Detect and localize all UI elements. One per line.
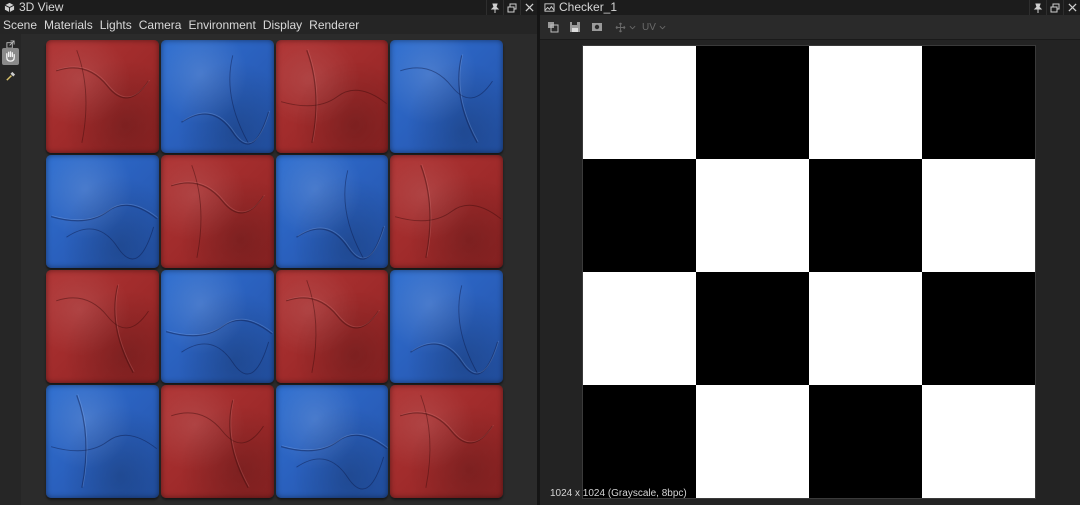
checker-cell-black xyxy=(696,46,809,159)
checker-cell-white xyxy=(922,385,1035,498)
save-icon[interactable] xyxy=(565,17,585,37)
float-window-icon[interactable] xyxy=(503,0,520,15)
close-icon[interactable] xyxy=(520,0,537,15)
picker-icon[interactable] xyxy=(2,68,19,85)
checker-texture xyxy=(582,45,1036,499)
texture-toolbar: UV xyxy=(540,15,1080,40)
clay-tile-red xyxy=(390,385,503,498)
clay-tile-red xyxy=(275,270,389,383)
texture-canvas[interactable]: 1024 x 1024 (Grayscale, 8bpc) xyxy=(540,40,1080,505)
checker-cell-white xyxy=(809,46,922,159)
clay-tile-blue xyxy=(46,385,159,498)
float-window-icon[interactable] xyxy=(1046,0,1063,15)
3d-view-menubar: Scene Materials Lights Camera Environmen… xyxy=(0,15,537,34)
checker-cell-black xyxy=(809,159,922,272)
clay-tile-blue xyxy=(160,270,274,383)
menu-lights[interactable]: Lights xyxy=(100,18,132,32)
checker-cell-black xyxy=(696,272,809,385)
pin-icon[interactable] xyxy=(1029,0,1046,15)
clay-tile-red xyxy=(160,385,274,498)
checker-cell-white xyxy=(583,272,696,385)
menu-environment[interactable]: Environment xyxy=(188,18,255,32)
texture-view-title: Checker_1 xyxy=(559,0,618,14)
paint-hand-icon[interactable] xyxy=(2,48,19,65)
menu-renderer[interactable]: Renderer xyxy=(309,18,359,32)
clay-tile-blue xyxy=(46,155,159,268)
cube-icon xyxy=(3,2,15,14)
uv-dropdown[interactable]: UV xyxy=(642,22,666,33)
move-icon xyxy=(615,22,626,32)
channels-icon[interactable] xyxy=(543,17,563,37)
clay-tile-red xyxy=(46,270,159,383)
3d-view-panel: 3D View Scene Materials Lights Camera En… xyxy=(0,0,537,505)
texture-view-panel: Checker_1 UV 1024 x 1024 (Grayscale, 8bp… xyxy=(540,0,1080,505)
3d-view-title: 3D View xyxy=(19,0,64,14)
pin-icon[interactable] xyxy=(486,0,503,15)
3d-view-titlebar: 3D View xyxy=(0,0,537,15)
texture-info: 1024 x 1024 (Grayscale, 8bpc) xyxy=(550,488,687,499)
clay-tile-blue xyxy=(390,270,503,383)
checker-cell-white xyxy=(809,272,922,385)
clay-checker-mesh xyxy=(46,40,503,498)
menu-display[interactable]: Display xyxy=(263,18,302,32)
snapshot-icon[interactable] xyxy=(587,17,607,37)
close-icon[interactable] xyxy=(1063,0,1080,15)
clay-tile-blue xyxy=(275,155,389,268)
3d-viewport[interactable] xyxy=(21,34,537,505)
checker-cell-white xyxy=(922,159,1035,272)
texture-view-titlebar: Checker_1 xyxy=(540,0,1080,15)
clay-tile-blue xyxy=(160,40,274,153)
checker-cell-black xyxy=(922,272,1035,385)
transform-dropdown[interactable] xyxy=(615,22,636,33)
menu-materials[interactable]: Materials xyxy=(44,18,93,32)
texture-icon xyxy=(543,2,555,14)
checker-cell-black xyxy=(583,385,696,498)
clay-tile-red xyxy=(46,40,159,153)
menu-scene[interactable]: Scene xyxy=(3,18,37,32)
checker-cell-white xyxy=(696,385,809,498)
chevron-down-icon xyxy=(629,25,636,29)
clay-tile-blue xyxy=(275,385,389,498)
clay-tile-red xyxy=(275,40,389,153)
checker-cell-white xyxy=(583,46,696,159)
clay-tile-red xyxy=(390,155,503,268)
3d-view-toolstrip xyxy=(0,34,21,505)
checker-cell-black xyxy=(922,46,1035,159)
menu-camera[interactable]: Camera xyxy=(139,18,182,32)
checker-cell-black xyxy=(809,385,922,498)
chevron-down-icon xyxy=(659,25,666,29)
uv-label: UV xyxy=(642,21,656,33)
checker-cell-black xyxy=(583,159,696,272)
checker-cell-white xyxy=(696,159,809,272)
clay-tile-blue xyxy=(390,40,503,153)
clay-tile-red xyxy=(160,155,274,268)
